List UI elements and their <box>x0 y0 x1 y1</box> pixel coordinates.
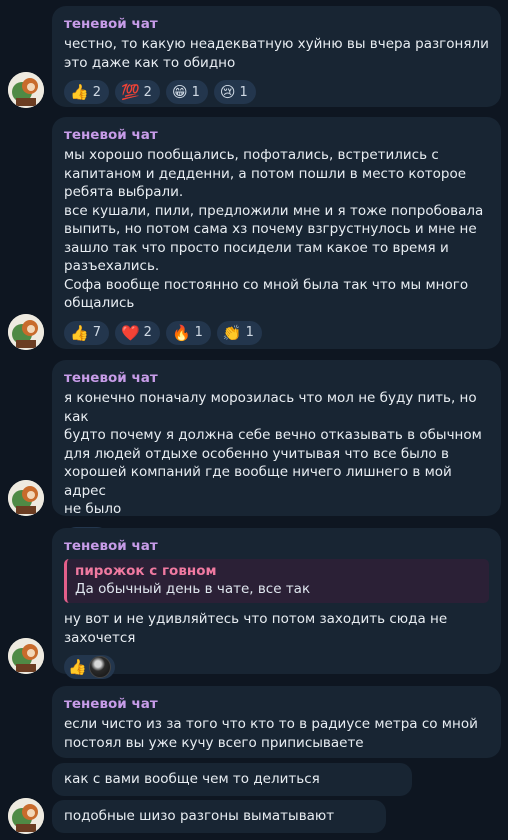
reaction-count: 2 <box>143 84 152 100</box>
reaction-fire[interactable]: 🔥 1 <box>165 320 211 345</box>
sender-name[interactable]: теневой чат <box>64 537 489 555</box>
reaction-count: 2 <box>92 84 101 100</box>
crying-face-icon: 😢 <box>219 83 236 101</box>
message-bubble[interactable]: теневой чат честно, то какую неадекватну… <box>52 6 501 107</box>
reaction-crying[interactable]: 😢 1 <box>213 80 256 104</box>
hundred-icon: 💯 <box>120 83 140 101</box>
message-text: мы хорошо пообщались, пофотались, встрет… <box>64 147 484 311</box>
avatar-image-icon <box>8 72 44 108</box>
reactions-bar: 👍 7 ❤️ 2 🔥 1 👏 1 <box>64 320 489 345</box>
avatar-image-icon <box>8 314 44 350</box>
grin-icon: 😁 <box>171 83 188 101</box>
reaction-count: 1 <box>245 325 254 340</box>
clap-icon: 👏 <box>222 323 242 342</box>
avatar-image-icon <box>8 638 44 674</box>
thumbs-up-icon: 👍 <box>70 83 89 101</box>
reactions-bar: 👍 <box>64 655 489 679</box>
sender-name[interactable]: теневой чат <box>64 15 489 33</box>
reaction-thumbs-up[interactable]: 👍 7 <box>64 320 109 345</box>
sender-name[interactable]: теневой чат <box>64 369 489 387</box>
reply-author: пирожок с говном <box>75 563 217 579</box>
heart-icon: ❤️ <box>120 323 140 342</box>
reaction-count: 2 <box>143 325 152 340</box>
sender-name[interactable]: теневой чат <box>64 695 489 713</box>
message-bubble[interactable]: теневой чат мы хорошо пообщались, пофота… <box>52 117 501 349</box>
reaction-thumbs-up[interactable]: 👍 <box>64 655 115 679</box>
reaction-count: 1 <box>191 84 200 100</box>
message-bubble[interactable]: теневой чат если чисто из за того что кт… <box>52 686 501 758</box>
message-text: честно, то какую неадекватную хуйню вы в… <box>64 36 489 71</box>
avatar-image-icon <box>8 480 44 516</box>
message-text: ну вот и не удивляйтесь что потом заходи… <box>64 611 448 646</box>
reply-text: Да обычный день в чате, все так <box>75 581 311 597</box>
message-bubble[interactable]: подобные шизо разгоны выматывают <box>52 800 386 833</box>
thumbs-up-icon: 👍 <box>68 658 87 676</box>
reply-quote[interactable]: пирожок с говном Да обычный день в чате,… <box>64 559 489 603</box>
message-bubble[interactable]: теневой чат я конечно поначалу морозилас… <box>52 360 501 551</box>
message-text: как с вами вообще чем то делиться <box>64 771 320 787</box>
sender-name[interactable]: теневой чат <box>64 126 489 144</box>
reaction-count: 1 <box>194 325 203 340</box>
avatar[interactable] <box>8 638 44 674</box>
reaction-count: 1 <box>239 84 248 100</box>
fire-icon: 🔥 <box>171 323 191 342</box>
reaction-heart[interactable]: ❤️ 2 <box>114 320 160 345</box>
avatar[interactable] <box>8 480 44 516</box>
message-bubble[interactable]: теневой чат пирожок с говном Да обычный … <box>52 528 501 679</box>
thumbs-up-icon: 👍 <box>70 323 89 342</box>
reaction-count: 7 <box>92 325 101 340</box>
avatar[interactable] <box>8 314 44 350</box>
reaction-grin[interactable]: 😁 1 <box>165 80 208 104</box>
reaction-clap[interactable]: 👏 1 <box>216 320 262 345</box>
message-text: я конечно поначалу морозилась что мол не… <box>64 390 482 517</box>
avatar[interactable] <box>8 798 44 834</box>
reactions-bar: 👍 2 💯 2 😁 1 😢 1 <box>64 80 489 104</box>
avatar[interactable] <box>8 72 44 108</box>
avatar-image-icon <box>8 798 44 834</box>
message-text: если чисто из за того что кто то в радиу… <box>64 716 478 751</box>
message-bubble[interactable]: как с вами вообще чем то делиться <box>52 763 412 796</box>
reactor-avatar <box>88 656 111 678</box>
reaction-thumbs-up[interactable]: 👍 2 <box>64 80 109 104</box>
message-text: подобные шизо разгоны выматывают <box>64 808 335 824</box>
reaction-hundred[interactable]: 💯 2 <box>114 80 160 104</box>
